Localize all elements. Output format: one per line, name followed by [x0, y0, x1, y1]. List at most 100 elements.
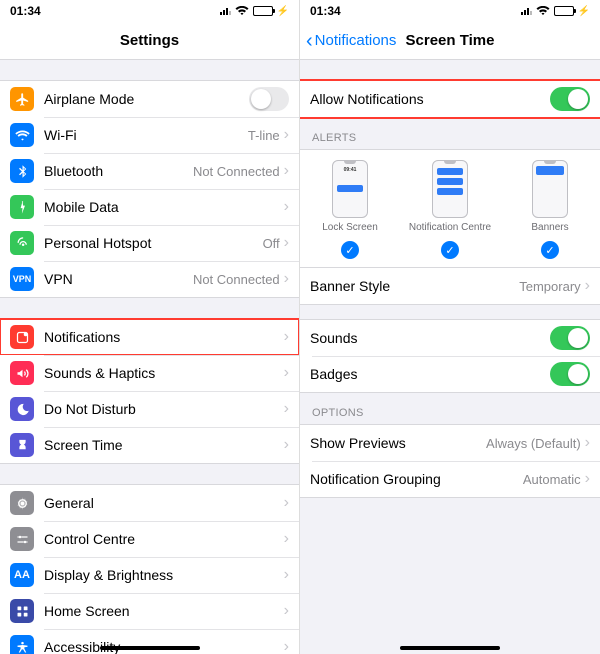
alert-style-check[interactable]: ✓: [441, 241, 459, 259]
sound-badge-group: Sounds Badges: [300, 319, 600, 393]
home-indicator[interactable]: [100, 646, 200, 650]
alert-style-check[interactable]: ✓: [341, 241, 359, 259]
status-bar: 01:34 ⚡: [0, 0, 299, 22]
row-label: Do Not Disturb: [44, 401, 284, 417]
row-label: Control Centre: [44, 531, 284, 547]
settings-row-general[interactable]: General›: [0, 485, 299, 521]
options-header: OPTIONS: [300, 393, 600, 424]
settings-row-home[interactable]: Home Screen›: [0, 593, 299, 629]
settings-screen: 01:34 ⚡ Settings Airplane Mode Wi-FiT-lin…: [0, 0, 300, 654]
settings-row-hotspot[interactable]: Personal HotspotOff ›: [0, 225, 299, 261]
settings-row-airplane[interactable]: Airplane Mode: [0, 81, 299, 117]
row-value: Not Connected: [193, 164, 280, 179]
battery-icon: [253, 6, 273, 16]
home-indicator[interactable]: [400, 646, 500, 650]
chevron-right-icon: ›: [284, 566, 289, 584]
alerts-header: ALERTS: [300, 118, 600, 149]
settings-row-bluetooth[interactable]: BluetoothNot Connected ›: [0, 153, 299, 189]
notification-grouping-label: Notification Grouping: [310, 471, 523, 487]
row-label: Display & Brightness: [44, 567, 284, 583]
chevron-right-icon: ›: [585, 470, 590, 488]
back-button[interactable]: ‹ Notifications: [300, 32, 396, 49]
chevron-right-icon: ›: [284, 328, 289, 346]
general-icon: [10, 491, 34, 515]
screentime-icon: [10, 433, 34, 457]
allow-notifications-row[interactable]: Allow Notifications: [300, 81, 600, 117]
row-label: Sounds & Haptics: [44, 365, 284, 381]
row-label: Bluetooth: [44, 163, 193, 179]
row-label: Screen Time: [44, 437, 284, 453]
alerts-group: 09:41Lock Screen✓Notification Centre✓Ban…: [300, 149, 600, 268]
alert-style-lock[interactable]: 09:41Lock Screen✓: [301, 160, 400, 259]
airplane-icon: [10, 87, 34, 111]
notification-grouping-value: Automatic: [523, 472, 581, 487]
status-time: 01:34: [10, 4, 41, 18]
chevron-right-icon: ›: [284, 530, 289, 548]
bluetooth-icon: [10, 159, 34, 183]
chevron-right-icon: ›: [284, 162, 289, 180]
vpn-icon: VPN: [10, 267, 34, 291]
status-time: 01:34: [310, 4, 341, 18]
row-value: Not Connected: [193, 272, 280, 287]
notification-grouping-row[interactable]: Notification Grouping Automatic ›: [300, 461, 600, 497]
display-icon: AA: [10, 563, 34, 587]
chevron-right-icon: ›: [284, 234, 289, 252]
allow-notifications-group: Allow Notifications: [300, 80, 600, 118]
banner-style-label: Banner Style: [310, 278, 519, 294]
alert-style-label: Lock Screen: [322, 222, 378, 233]
chevron-right-icon: ›: [585, 277, 590, 295]
sounds-toggle[interactable]: [550, 326, 590, 350]
row-label: Airplane Mode: [44, 91, 249, 107]
charging-icon: ⚡: [277, 6, 289, 17]
alert-style-banners[interactable]: Banners ✓: [501, 160, 600, 259]
signal-icon: [220, 8, 231, 15]
nav-bar: Settings: [0, 22, 299, 60]
badges-row[interactable]: Badges: [300, 356, 600, 392]
row-label: Notifications: [44, 329, 284, 345]
wifi-status-icon: [536, 6, 550, 16]
settings-row-screentime[interactable]: Screen Time›: [0, 427, 299, 463]
alert-style-label: Banners: [531, 222, 568, 233]
chevron-right-icon: ›: [284, 400, 289, 418]
alert-style-check[interactable]: ✓: [541, 241, 559, 259]
accessibility-icon: [10, 635, 34, 654]
alert-style-centre[interactable]: Notification Centre✓: [401, 160, 500, 259]
back-label: Notifications: [315, 32, 397, 49]
allow-notifications-toggle[interactable]: [550, 87, 590, 111]
row-label: Home Screen: [44, 603, 284, 619]
show-previews-row[interactable]: Show Previews Always (Default) ›: [300, 425, 600, 461]
row-label: Personal Hotspot: [44, 235, 263, 251]
settings-row-vpn[interactable]: VPNVPNNot Connected›: [0, 261, 299, 297]
options-group: Show Previews Always (Default) › Notific…: [300, 424, 600, 498]
settings-group: Notifications›Sounds & Haptics›Do Not Di…: [0, 318, 299, 464]
row-value: Off: [263, 236, 280, 251]
chevron-right-icon: ›: [284, 270, 289, 288]
chevron-right-icon: ›: [284, 602, 289, 620]
settings-row-display[interactable]: AA Display & Brightness›: [0, 557, 299, 593]
control-icon: [10, 527, 34, 551]
settings-row-mobiledata[interactable]: Mobile Data›: [0, 189, 299, 225]
notification-settings-screen: 01:34 ⚡ ‹ Notifications Screen Time Allo…: [300, 0, 600, 654]
alert-preview-centre: [432, 160, 468, 218]
row-label: Wi-Fi: [44, 127, 248, 143]
settings-row-control[interactable]: Control Centre›: [0, 521, 299, 557]
settings-row-sounds[interactable]: Sounds & Haptics›: [0, 355, 299, 391]
settings-list[interactable]: Airplane ModeWi-FiT-line›BluetoothNot Co…: [0, 60, 299, 654]
wifi-status-icon: [235, 6, 249, 16]
settings-row-dnd[interactable]: Do Not Disturb›: [0, 391, 299, 427]
chevron-right-icon: ›: [284, 436, 289, 454]
badges-toggle[interactable]: [550, 362, 590, 386]
chevron-right-icon: ›: [585, 434, 590, 452]
settings-group: Airplane ModeWi-FiT-line›BluetoothNot Co…: [0, 80, 299, 298]
settings-row-accessibility[interactable]: Accessibility›: [0, 629, 299, 654]
notification-settings-list[interactable]: Allow Notifications ALERTS 09:41Lock Scr…: [300, 60, 600, 654]
page-title: Settings: [0, 32, 299, 49]
settings-row-wifi[interactable]: Wi-FiT-line›: [0, 117, 299, 153]
row-label: Mobile Data: [44, 199, 284, 215]
airplane-toggle[interactable]: [249, 87, 289, 111]
settings-row-notifications[interactable]: Notifications›: [0, 319, 299, 355]
sounds-row[interactable]: Sounds: [300, 320, 600, 356]
nav-bar: ‹ Notifications Screen Time: [300, 22, 600, 60]
banner-style-row[interactable]: Banner Style Temporary ›: [300, 268, 600, 304]
chevron-right-icon: ›: [284, 198, 289, 216]
